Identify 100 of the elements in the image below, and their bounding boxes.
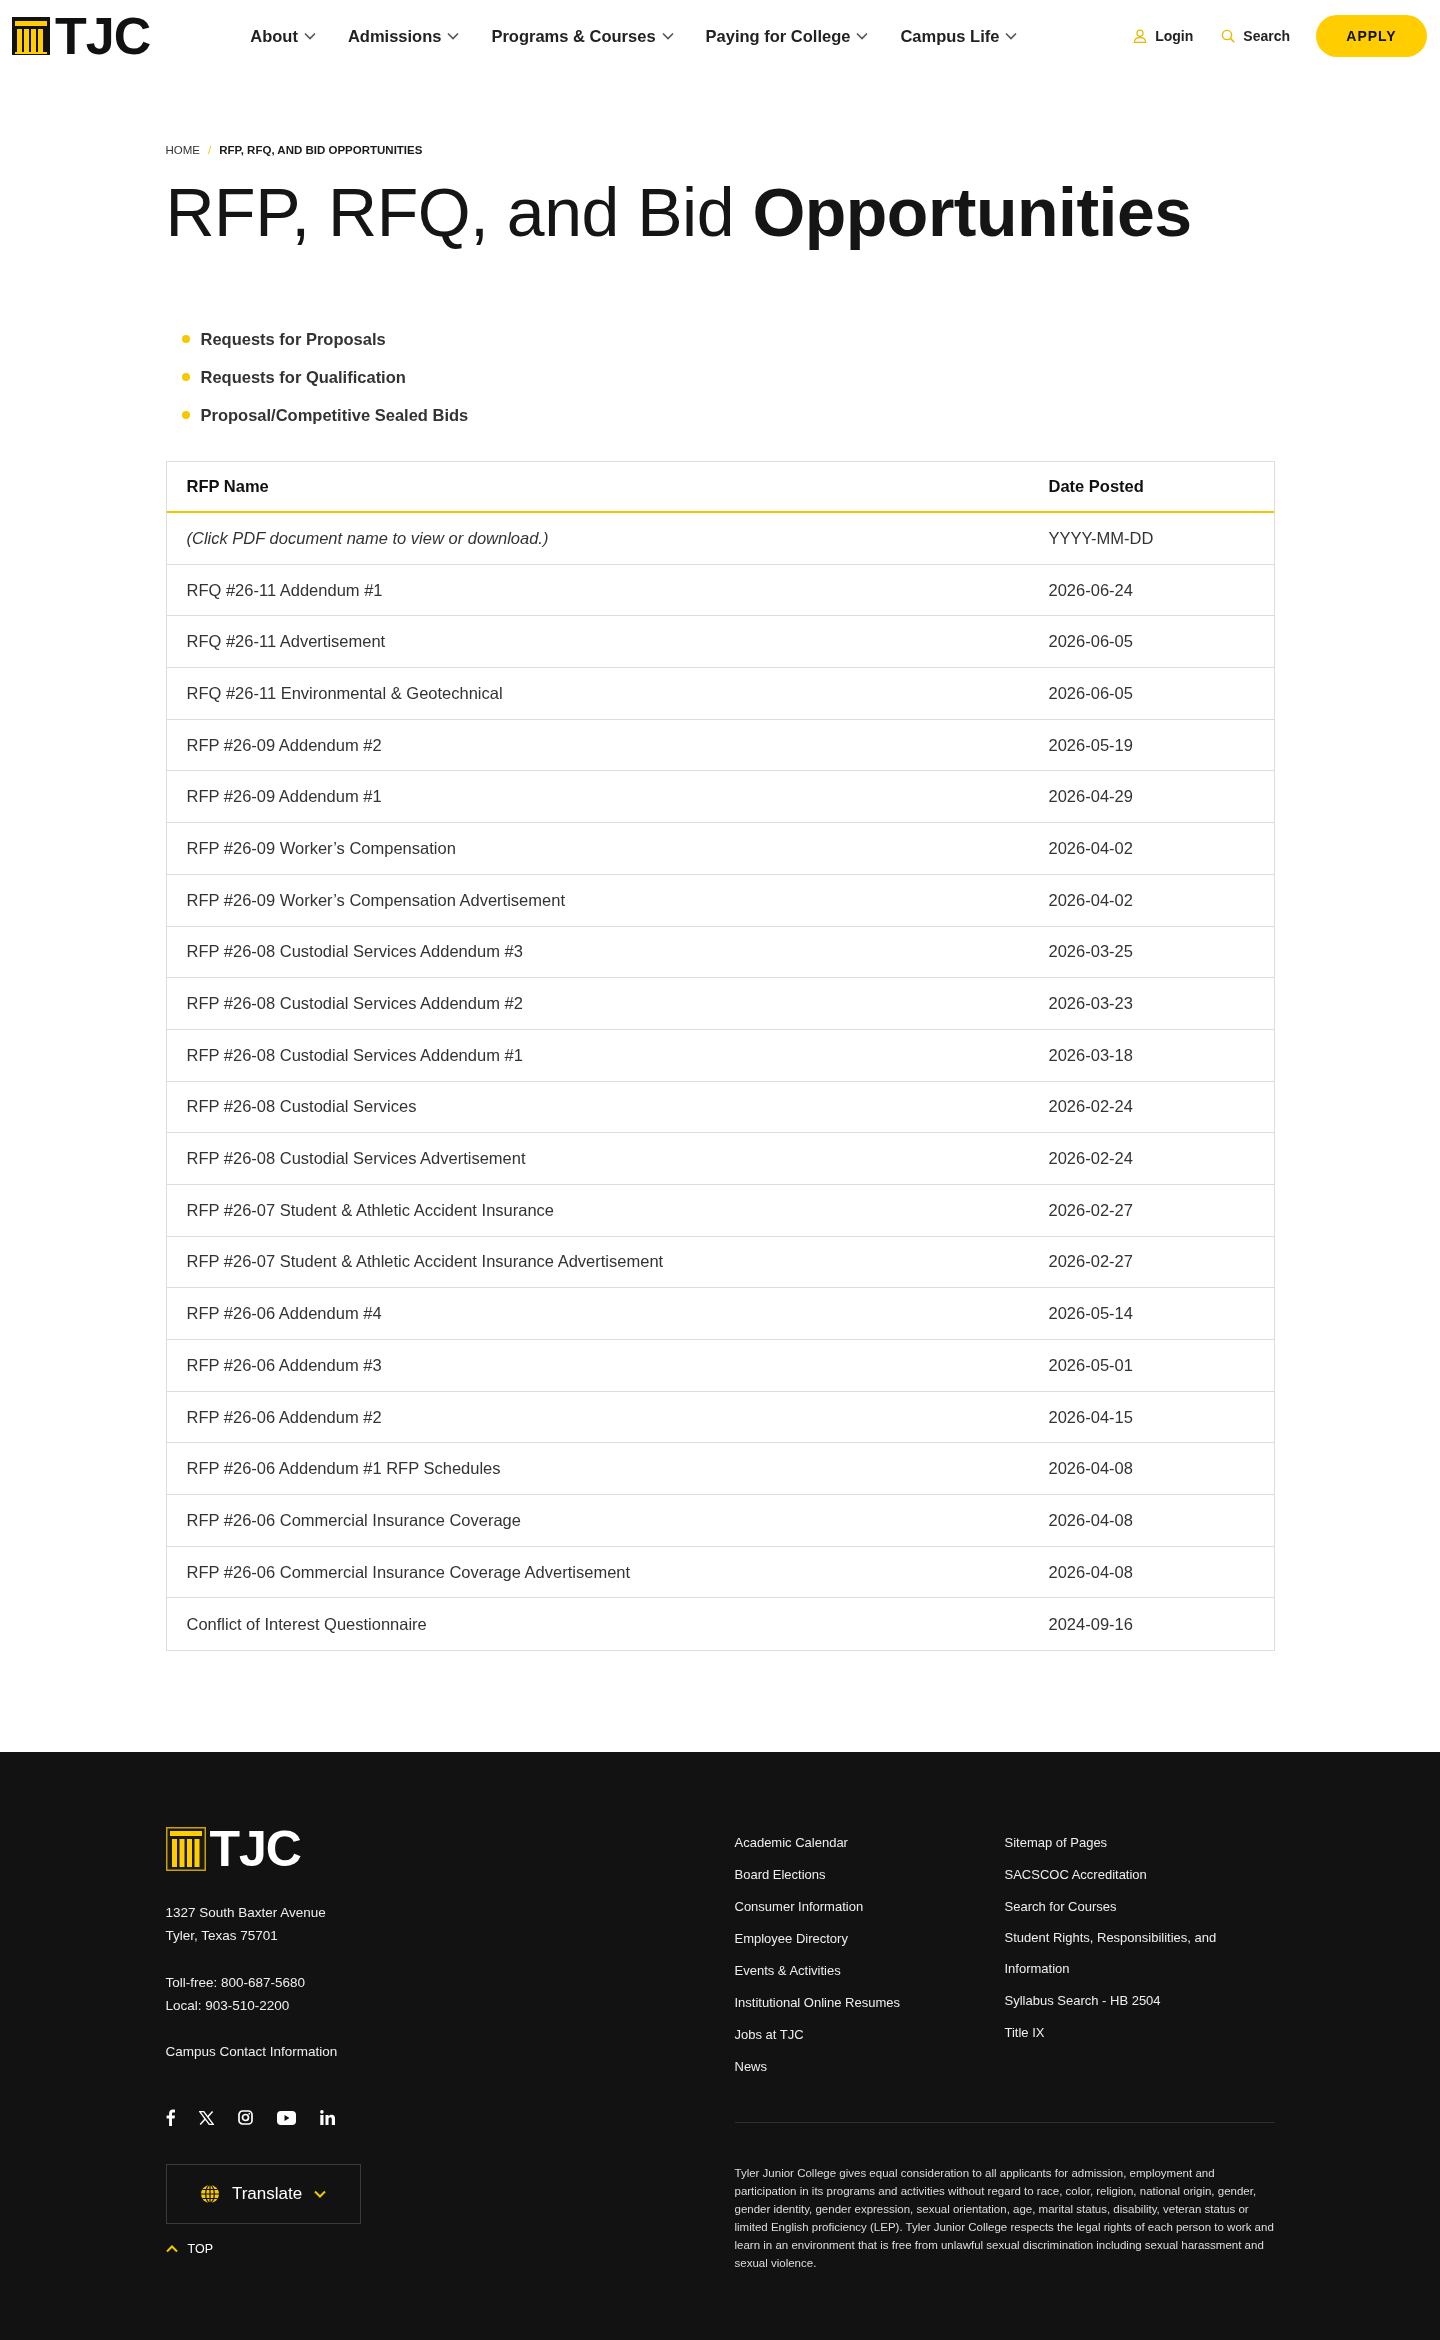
document-link[interactable]: RFP #26-09 Worker’s Compensation: [186, 838, 456, 857]
footer-link[interactable]: Title IX: [1004, 2017, 1045, 2049]
chevron-down-icon: [1005, 32, 1018, 40]
footer-link[interactable]: Consumer Information: [734, 1891, 864, 1923]
document-link[interactable]: RFP #26-09 Addendum #2: [186, 735, 382, 754]
address-line: 1327 South Baxter Avenue: [165, 1905, 326, 1921]
footer-link[interactable]: Events & Activities: [734, 1955, 841, 1987]
document-link[interactable]: RFP #26-07 Student & Athletic Accident Insurance Advertisement: [186, 1252, 664, 1271]
date-cell: 2026-03-18: [1048, 1045, 1133, 1064]
search-button[interactable]: Search: [1221, 26, 1290, 46]
document-link[interactable]: RFP #26-06 Addendum #1 RFP Schedules: [186, 1459, 501, 1478]
date-cell: 2026-04-15: [1048, 1407, 1133, 1426]
footer-link[interactable]: Sitemap of Pages: [1004, 1827, 1108, 1859]
breadcrumb-separator: /: [208, 143, 212, 158]
date-cell: 2026-04-02: [1048, 890, 1133, 909]
document-link[interactable]: RFQ #26-11 Environmental & Geotechnical: [186, 683, 503, 702]
nav-menu-item[interactable]: About: [250, 25, 316, 47]
footer-link[interactable]: SACSCOC Accreditation: [1004, 1859, 1147, 1891]
back-to-top-link[interactable]: TOP: [165, 2241, 213, 2258]
date-cell: 2026-06-05: [1048, 683, 1133, 702]
date-cell: 2026-05-19: [1048, 735, 1133, 754]
chevron-down-icon: [661, 32, 674, 40]
address-line: Tyler, Texas 75701: [165, 1928, 278, 1944]
bullet-dot-icon: [181, 411, 190, 419]
document-link[interactable]: RFP #26-08 Custodial Services Addendum #2: [186, 994, 523, 1013]
date-cell: 2026-04-08: [1048, 1459, 1133, 1478]
bullet-dot-icon: [181, 373, 190, 381]
nav-menu-item[interactable]: Programs & Courses: [491, 25, 674, 47]
login-link[interactable]: Login: [1133, 26, 1194, 46]
facebook-icon[interactable]: [165, 2109, 175, 2127]
document-link[interactable]: RFP #26-06 Commercial Insurance Coverage: [186, 1510, 521, 1529]
date-cell: 2026-03-25: [1048, 942, 1133, 961]
document-link[interactable]: RFP #26-08 Custodial Services Addendum #3: [186, 942, 523, 961]
nav-menu-item[interactable]: Campus Life: [900, 25, 1018, 47]
document-link[interactable]: Conflict of Interest Questionnaire: [186, 1614, 427, 1633]
phone-number: Local: 903-510-2200: [165, 1998, 290, 2014]
bullet-dot-icon: [181, 335, 190, 343]
logo-columns-icon[interactable]: [165, 1826, 206, 1871]
chevron-down-icon: [447, 32, 460, 40]
contact-link[interactable]: Campus Contact Information: [165, 2044, 338, 2060]
category-item: Requests for Qualification: [200, 367, 406, 387]
column-header: RFP Name: [186, 477, 269, 495]
date-cell: 2026-02-27: [1048, 1200, 1133, 1219]
chevron-down-icon: [856, 32, 869, 40]
footer-link[interactable]: Institutional Online Resumes: [734, 1987, 900, 2019]
instagram-icon[interactable]: [237, 2110, 253, 2126]
footer-link[interactable]: Syllabus Search - HB 2504: [1004, 1985, 1161, 2017]
footer-link[interactable]: News: [734, 2051, 767, 2083]
date-format-hint: YYYY-MM-DD: [1048, 528, 1154, 547]
document-link[interactable]: RFP #26-08 Custodial Services Advertisement: [186, 1149, 526, 1168]
document-link[interactable]: RFQ #26-11 Addendum #1: [186, 580, 383, 599]
phone-number: Toll-free: 800-687-5680: [165, 1975, 306, 1991]
date-cell: 2024-09-16: [1048, 1614, 1133, 1633]
date-cell: 2026-06-24: [1048, 580, 1133, 599]
footer-link[interactable]: Student Rights, Responsibilities, and Information: [1004, 1922, 1275, 1985]
chevron-down-icon: [303, 32, 316, 40]
date-cell: 2026-02-27: [1048, 1252, 1133, 1271]
footer-link[interactable]: Employee Directory: [734, 1923, 848, 1955]
category-item: Requests for Proposals: [200, 329, 386, 349]
document-link[interactable]: RFP #26-09 Worker’s Compensation Advertisement: [186, 890, 565, 909]
document-link[interactable]: RFP #26-07 Student & Athletic Accident Insurance: [186, 1200, 554, 1219]
table-note: (Click PDF document name to view or download.): [186, 528, 549, 547]
footer-link[interactable]: Jobs at TJC: [734, 2019, 804, 2051]
date-cell: 2026-04-08: [1048, 1562, 1133, 1581]
translate-dropdown[interactable]: Translate: [165, 2164, 361, 2225]
document-link[interactable]: RFP #26-06 Commercial Insurance Coverage Advertisement: [186, 1562, 631, 1581]
breadcrumb-link[interactable]: HOME: [165, 142, 200, 158]
youtube-icon[interactable]: [276, 2110, 296, 2125]
nav-menu-item[interactable]: Paying for College: [705, 25, 869, 47]
date-cell: 2026-04-08: [1048, 1510, 1133, 1529]
apply-button[interactable]: APPLY: [1316, 15, 1427, 57]
footer-link[interactable]: Board Elections: [734, 1859, 826, 1891]
document-link[interactable]: RFP #26-08 Custodial Services Addendum #1: [186, 1045, 523, 1064]
logo-wordmark[interactable]: TJC: [209, 1826, 301, 1871]
chevron-up-icon: [165, 2245, 178, 2254]
linkedin-icon[interactable]: [319, 2110, 335, 2126]
date-cell: 2026-05-14: [1048, 1304, 1133, 1323]
nav-menu-item[interactable]: Admissions: [347, 25, 460, 47]
document-link[interactable]: RFP #26-06 Addendum #4: [186, 1304, 382, 1323]
logo-columns-icon[interactable]: [12, 17, 50, 55]
person-icon: [1133, 29, 1148, 43]
document-link[interactable]: RFQ #26-11 Advertisement: [186, 632, 386, 651]
footer-link[interactable]: Search for Courses: [1004, 1891, 1117, 1923]
globe-icon: [199, 2184, 220, 2205]
document-link[interactable]: RFP #26-06 Addendum #2: [186, 1407, 382, 1426]
date-cell: 2026-05-01: [1048, 1355, 1133, 1374]
nondiscrimination-statement: Tyler Junior College gives equal consideration to all applicants for admission, employment and participation in its programs and activities without regard to race, color, religion, national origin, gender, gender identity, gender expression, sexual orientation, age, marital status, disability, veteran status or limited English proficiency (LEP). Tyler Junior College respects the legal rights of each person to work and learn in an environment that is free from unlawful sexual discrimination including sexual harassment and sexual violence.: [734, 2166, 1275, 2272]
footer-link[interactable]: Academic Calendar: [734, 1827, 848, 1859]
column-header: Date Posted: [1048, 477, 1144, 495]
breadcrumb-current: RFP, RFQ, AND BID OPPORTUNITIES: [219, 143, 423, 158]
search-icon: [1221, 29, 1236, 43]
document-link[interactable]: RFP #26-09 Addendum #1: [186, 787, 382, 806]
date-cell: 2026-04-29: [1048, 787, 1133, 806]
date-cell: 2026-02-24: [1048, 1149, 1133, 1168]
x-icon[interactable]: [198, 2110, 214, 2125]
logo-wordmark[interactable]: TJC: [55, 14, 151, 58]
date-cell: 2026-06-05: [1048, 632, 1133, 651]
document-link[interactable]: RFP #26-06 Addendum #3: [186, 1355, 382, 1374]
date-cell: 2026-04-02: [1048, 838, 1133, 857]
document-link[interactable]: RFP #26-08 Custodial Services: [186, 1097, 417, 1116]
